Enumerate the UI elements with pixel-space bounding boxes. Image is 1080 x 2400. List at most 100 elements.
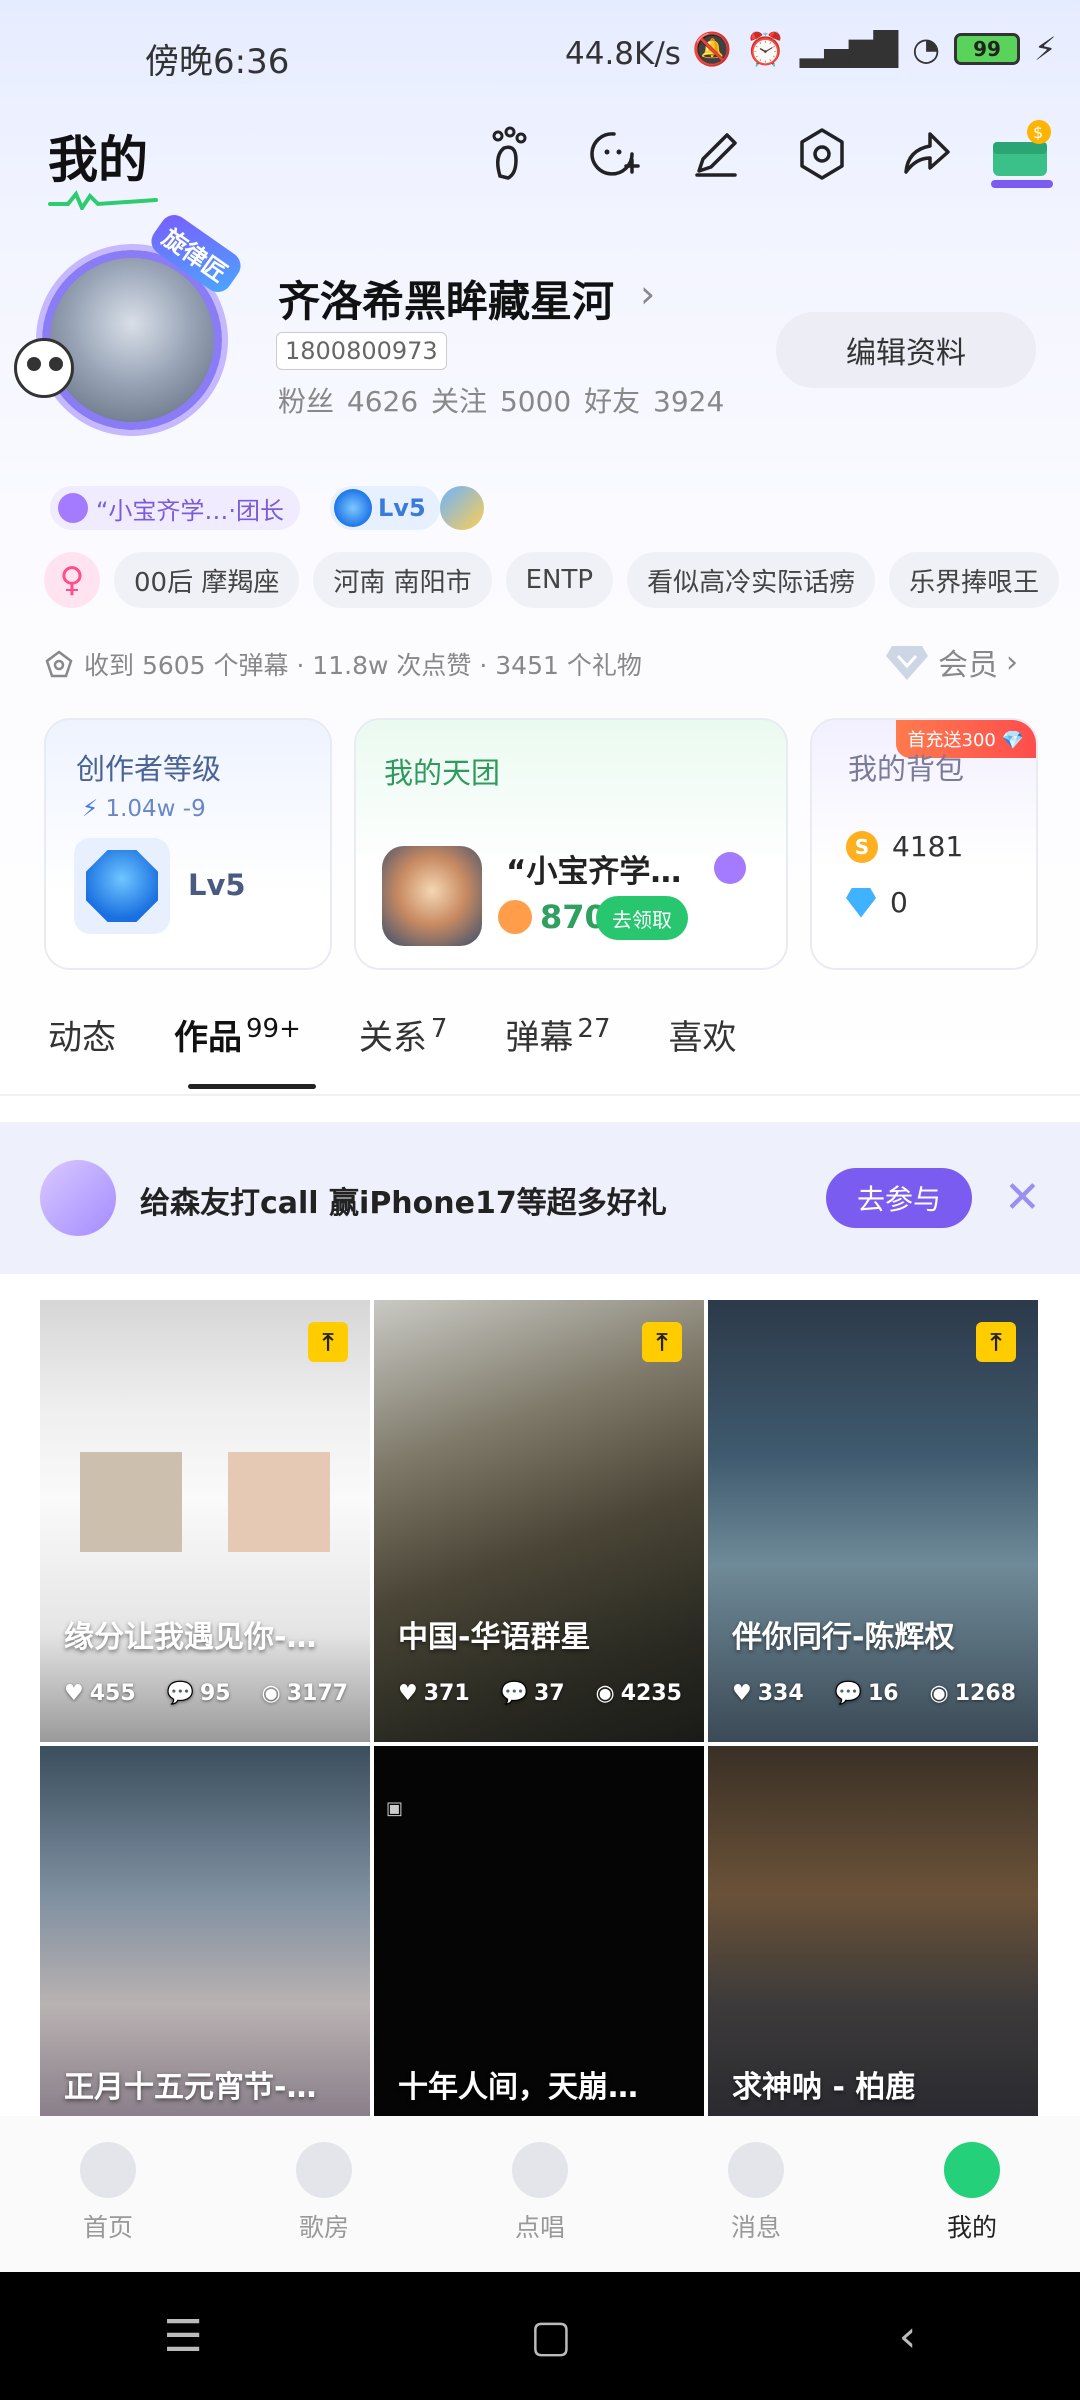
edit-profile-button[interactable]: 编辑资料 — [776, 312, 1036, 388]
nav-label: 我的 — [946, 2213, 997, 2242]
group-name: “小宝齐学… — [506, 854, 682, 890]
microphone-icon — [512, 2142, 568, 2198]
work-stats: ♥ 334 💬 16 ◉ 1268 — [732, 1681, 1016, 1706]
work-tile[interactable]: ⤒ 中国-华语群星 ♥ 371 💬 37 ◉ 4235 — [374, 1300, 704, 1742]
alarm-icon: ⏰ — [745, 30, 786, 68]
nav-home[interactable]: 首页 — [0, 2116, 216, 2272]
likes-stat: ♥ 334 — [732, 1681, 804, 1706]
tag-item[interactable]: 看似高冷实际话痨 — [627, 552, 876, 608]
title-squiggle-decoration — [48, 190, 158, 210]
tab-works[interactable]: 作品 99+ — [174, 1010, 301, 1059]
footprint-icon[interactable] — [476, 118, 548, 190]
tab-label: 喜欢 — [668, 1018, 737, 1058]
user-id[interactable]: 1800800973 — [276, 332, 447, 370]
tab-divider — [0, 1094, 1080, 1096]
claim-button[interactable]: 去领取 — [596, 896, 688, 940]
level-badge[interactable]: Lv5 — [330, 486, 440, 530]
pinned-icon: ⤒ — [308, 1322, 348, 1362]
user-stats[interactable]: 粉丝 4626 关注 5000 好友 3924 — [278, 380, 724, 420]
back-icon[interactable]: ‹ — [899, 2311, 917, 2362]
lightning-icon: ⚡ — [82, 796, 99, 822]
work-tile[interactable]: 正月十五元宵节-… — [40, 1746, 370, 2116]
nav-messages[interactable]: 消息 — [648, 2116, 864, 2272]
home-square-icon[interactable]: ▢ — [530, 2311, 572, 2362]
vip-entry[interactable]: 会员 › — [884, 640, 1018, 684]
join-button[interactable]: 去参与 — [826, 1168, 972, 1228]
page-title: 我的 — [48, 131, 148, 189]
username[interactable]: 齐洛希黑眸藏星河 — [278, 268, 614, 329]
comments-count: 16 — [868, 1681, 899, 1706]
comments-stat: 💬 37 — [500, 1681, 565, 1706]
tab-label: 关系 — [358, 1018, 427, 1058]
achievement-badge-icon[interactable] — [440, 486, 484, 530]
work-title: 正月十五元宵节-… — [64, 2070, 317, 2105]
menu-icon[interactable]: ☰ — [164, 2311, 203, 2362]
tab-active-indicator — [188, 1084, 316, 1089]
tab-relations[interactable]: 关系 7 — [359, 1010, 448, 1059]
comments-stat: 💬 16 — [834, 1681, 899, 1706]
profile-active-icon — [944, 2142, 1000, 2198]
creator-progress-text: 1.04w -9 — [105, 796, 206, 822]
nav-me[interactable]: 我的 — [864, 2116, 1080, 2272]
level-gem-icon — [334, 489, 372, 527]
creator-level-card[interactable]: 创作者等级 ⚡ 1.04w -9 Lv5 — [44, 718, 332, 970]
coin-icon: S — [846, 830, 878, 863]
pentagon-icon — [45, 650, 73, 678]
my-group-card[interactable]: 我的天团 “小宝齐学… 870 去领取 — [354, 718, 788, 970]
tile-thumbnail — [228, 1452, 330, 1552]
diamond-icon — [846, 887, 876, 918]
tab-count: 27 — [577, 1013, 611, 1044]
add-friend-icon[interactable] — [578, 118, 650, 190]
likes-count: 334 — [757, 1681, 804, 1706]
tag-item[interactable]: 乐界捧哏王 — [889, 552, 1060, 608]
work-tile[interactable]: ▣ 十年人间，天崩… — [374, 1746, 704, 2116]
wifi-icon: ◔ — [912, 30, 941, 68]
work-title: 伴你同行-陈辉权 — [732, 1620, 955, 1655]
group-leader-badge[interactable]: “小宝齐学…·团长 — [50, 486, 301, 530]
group-gem-icon — [58, 493, 88, 523]
work-tile[interactable]: 求神呐 - 柏鹿 — [708, 1746, 1038, 2116]
tab-danmaku[interactable]: 弹幕 27 — [505, 1010, 610, 1059]
vip-arrow-icon: › — [1006, 644, 1018, 680]
tab-likes[interactable]: 喜欢 — [669, 1010, 737, 1059]
system-navigation-bar: ☰ ▢ ‹ — [0, 2272, 1080, 2400]
received-summary[interactable]: 收到 5605 个弹幕 · 11.8w 次点赞 · 3451 个礼物 — [44, 646, 642, 682]
banner-text: 给森友打call 赢iPhone17等超多好礼 — [140, 1186, 667, 1221]
nav-label: 消息 — [730, 2213, 781, 2242]
likes-stat: ♥ 455 — [64, 1681, 136, 1706]
pinned-icon: ⤒ — [642, 1322, 682, 1362]
share-icon[interactable] — [890, 118, 962, 190]
close-icon[interactable]: ✕ — [1004, 1172, 1041, 1223]
work-tile[interactable]: ⤒ 缘分让我遇见你-… ♥ 455 💬 95 ◉ 3177 — [40, 1300, 370, 1742]
tag-item[interactable]: ENTP — [505, 552, 614, 608]
edit-pen-icon[interactable] — [680, 118, 752, 190]
tab-label: 弹幕 — [505, 1018, 574, 1058]
views-count: 1268 — [954, 1681, 1016, 1706]
group-avatar — [382, 846, 482, 946]
tab-count: 7 — [430, 1013, 448, 1044]
nav-sing[interactable]: 点唱 — [432, 2116, 648, 2272]
vip-label: 会员 — [938, 648, 998, 683]
phone-promo-icon — [40, 1160, 116, 1236]
diamond-row: 0 — [846, 886, 908, 919]
work-title: 缘分让我遇见你-… — [64, 1620, 317, 1655]
likes-stat: ♥ 371 — [398, 1681, 470, 1706]
settings-icon[interactable] — [786, 118, 858, 190]
nav-label: 歌房 — [298, 2213, 349, 2242]
tab-moments[interactable]: 动态 — [48, 1010, 116, 1059]
music-note-icon — [296, 2142, 352, 2198]
tile-thumbnail — [80, 1452, 182, 1552]
group-leader-label: “小宝齐学…·团长 — [96, 496, 285, 525]
treasure-chest-icon[interactable]: $ — [986, 118, 1058, 190]
username-arrow-icon[interactable]: › — [640, 272, 655, 316]
backpack-card[interactable]: 首充送300 💎 我的背包 S 4181 0 — [810, 718, 1038, 970]
tag-item[interactable]: 河南 南阳市 — [313, 552, 492, 608]
nav-song-room[interactable]: 歌房 — [216, 2116, 432, 2272]
level-label: Lv5 — [378, 494, 426, 522]
views-count: 3177 — [286, 1681, 348, 1706]
tag-item[interactable]: 00后 摩羯座 — [114, 552, 300, 608]
signal-icon: ▂▄▆█ — [799, 30, 899, 68]
work-tile[interactable]: ⤒ 伴你同行-陈辉权 ♥ 334 💬 16 ◉ 1268 — [708, 1300, 1038, 1742]
group-gem-icon — [714, 852, 746, 884]
status-icons: 🔕 ⏰ ▂▄▆█ ◔ 99 ⚡ — [692, 30, 1057, 68]
